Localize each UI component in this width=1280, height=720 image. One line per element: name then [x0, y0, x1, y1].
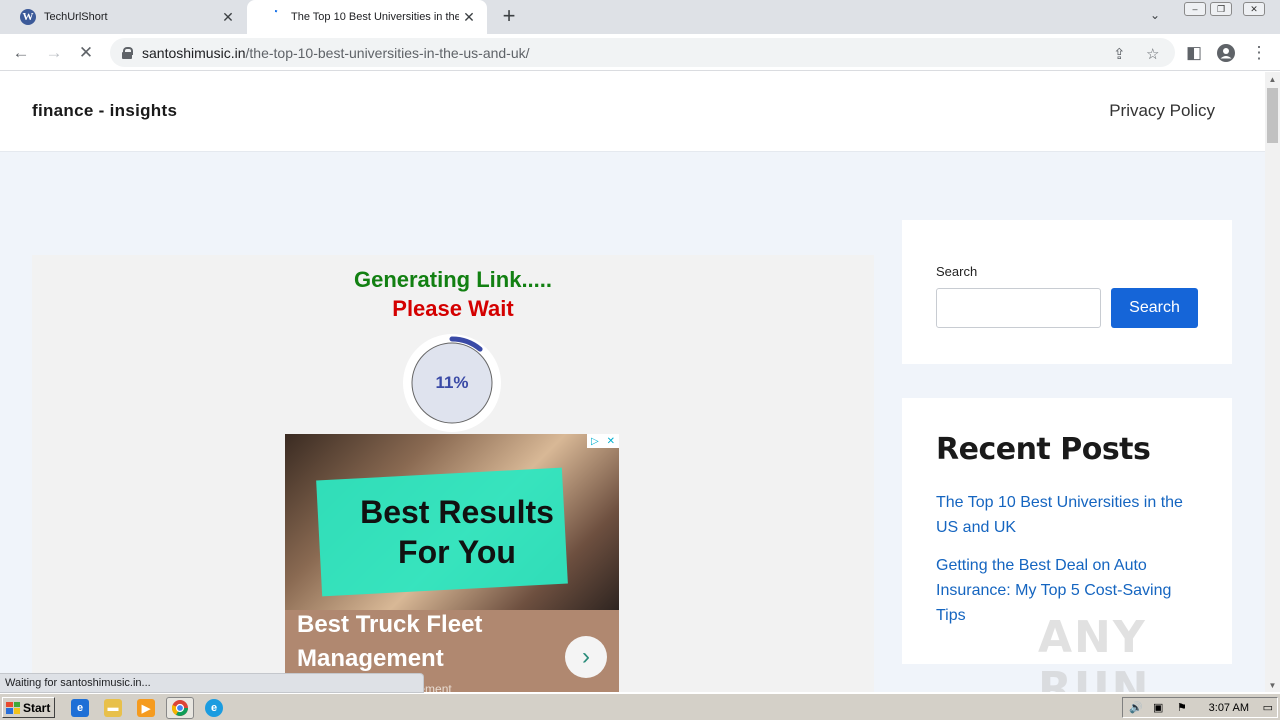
flag-icon[interactable]: ⚑ — [1177, 701, 1187, 714]
tab-active-article[interactable]: The Top 10 Best Universities in the US a… — [247, 0, 487, 34]
tab-techurlshort[interactable]: W TechUrlShort ✕ — [8, 0, 246, 34]
loading-icon — [267, 9, 283, 25]
start-button[interactable]: Start — [2, 697, 55, 718]
chevron-right-icon[interactable]: › — [565, 636, 607, 678]
link-generator: Generating Link..... Please Wait 11% Bes… — [32, 255, 874, 692]
tab-title: TechUrlShort — [44, 11, 108, 23]
ad-headline-line1: Best Results — [360, 494, 554, 530]
menu-kebab-icon[interactable]: ⋮ — [1247, 41, 1271, 65]
forward-arrow-icon[interactable]: → — [42, 41, 66, 65]
folder-icon[interactable]: ▬ — [104, 699, 122, 717]
address-bar[interactable]: santoshimusic.in/the-top-10-best-univers… — [110, 38, 1175, 67]
restore-button[interactable]: ❐ — [1210, 2, 1232, 16]
close-tab-icon[interactable]: ✕ — [218, 7, 238, 27]
taskbar: Start e ▬ ▶ e 🔊 ▣ ⚑ 3:07 AM ▭ — [0, 693, 1280, 720]
search-label: Search — [936, 264, 978, 279]
progress-percent: 11% — [435, 373, 469, 392]
site-title[interactable]: finance - insights — [32, 101, 177, 121]
back-arrow-icon[interactable]: ← — [9, 41, 33, 65]
url-host: santoshimusic.in — [142, 44, 246, 61]
web-page: finance - insights Privacy Policy Genera… — [0, 72, 1265, 692]
generating-link-text: Generating Link..... — [353, 267, 553, 292]
show-desktop-icon[interactable]: ▭ — [1263, 701, 1273, 714]
media-player-icon[interactable]: ▶ — [137, 699, 155, 717]
watermark: ANY RUN — [1038, 612, 1151, 692]
scroll-thumb[interactable] — [1267, 88, 1278, 143]
stop-loading-icon[interactable]: ✕ — [74, 41, 98, 65]
scroll-down-arrow-icon[interactable]: ▼ — [1265, 678, 1280, 692]
edge-icon[interactable]: e — [205, 699, 223, 717]
scroll-up-arrow-icon[interactable]: ▲ — [1265, 72, 1280, 86]
tab-title: The Top 10 Best Universities in the US a… — [291, 11, 459, 23]
search-widget: Search Search — [902, 220, 1232, 364]
page-scrollbar[interactable]: ▲ ▼ — [1265, 72, 1280, 692]
minimize-button[interactable]: – — [1184, 2, 1206, 16]
internet-explorer-icon[interactable]: e — [71, 699, 89, 717]
nav-privacy-policy[interactable]: Privacy Policy — [1109, 101, 1215, 121]
advertisement[interactable]: Best Results For You Best Truck Fleet Ma… — [285, 434, 619, 692]
wordpress-icon: W — [20, 9, 36, 25]
side-panel-icon[interactable]: ◧ — [1182, 41, 1206, 65]
ad-title-line1: Best Truck Fleet — [297, 611, 483, 638]
tab-search-chevron-icon[interactable]: ⌄ — [1150, 8, 1160, 22]
search-button[interactable]: Search — [1111, 288, 1198, 328]
recent-post-link[interactable]: The Top 10 Best Universities in the US a… — [936, 490, 1198, 540]
browser-toolbar: ← → ✕ santoshimusic.in/the-top-10-best-u… — [0, 34, 1280, 71]
network-icon[interactable]: ▣ — [1153, 701, 1163, 714]
windows-logo-icon — [6, 701, 20, 714]
clock: 3:07 AM — [1208, 702, 1249, 714]
ad-choices-icon[interactable]: ▷ ✕ — [587, 434, 619, 448]
ad-title[interactable]: Best Truck Fleet Management — [297, 608, 517, 676]
chrome-taskbar-button[interactable] — [166, 697, 194, 719]
close-tab-icon[interactable]: ✕ — [459, 7, 479, 27]
bookmark-star-icon[interactable]: ☆ — [1146, 45, 1159, 63]
recent-posts-heading: Recent Posts — [936, 432, 1151, 467]
site-header: finance - insights Privacy Policy — [0, 72, 1265, 152]
url-path: /the-top-10-best-universities-in-the-us-… — [245, 44, 530, 61]
new-tab-button[interactable]: + — [498, 5, 520, 27]
tab-strip: W TechUrlShort ✕ The Top 10 Best Univers… — [0, 0, 1280, 34]
share-icon[interactable]: ⇪ — [1113, 45, 1126, 63]
ad-title-line2: Management — [297, 645, 444, 672]
start-label: Start — [23, 700, 51, 715]
close-window-button[interactable]: ✕ — [1243, 2, 1265, 16]
volume-icon[interactable]: 🔊 — [1129, 701, 1143, 714]
please-wait-text: Please Wait — [392, 296, 514, 321]
search-input[interactable] — [936, 288, 1101, 328]
status-bubble: Waiting for santoshimusic.in... — [0, 673, 424, 693]
system-tray: 🔊 ▣ ⚑ 3:07 AM ▭ — [1122, 697, 1278, 718]
ad-headline: Best Results For You — [319, 492, 595, 572]
profile-avatar-icon[interactable] — [1214, 41, 1238, 65]
lock-icon[interactable] — [122, 46, 133, 59]
ad-headline-line2: For You — [398, 534, 516, 570]
